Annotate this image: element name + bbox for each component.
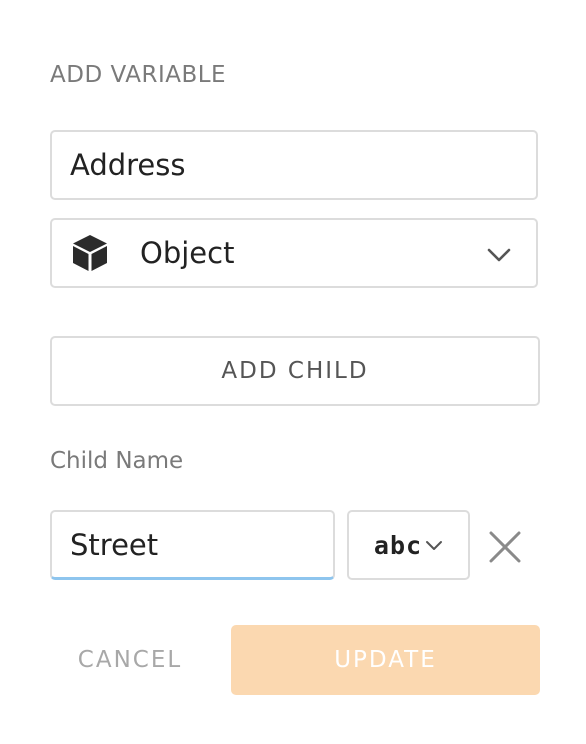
close-icon[interactable] [488,530,522,564]
child-name-input[interactable] [52,512,333,577]
child-type-select[interactable]: abc [347,510,470,580]
child-name-field[interactable] [50,510,335,580]
variable-type-select[interactable]: Object [50,218,538,288]
update-button[interactable]: UPDATE [231,625,540,695]
cancel-button[interactable]: CANCEL [50,626,210,694]
variable-name-input[interactable] [52,132,536,198]
add-child-button[interactable]: ADD CHILD [50,336,540,406]
cube-icon [70,233,110,273]
child-name-label: Child Name [50,448,184,474]
variable-type-label: Object [140,236,235,270]
chevron-down-icon [425,536,443,554]
text-type-icon: abc [373,530,423,560]
chevron-down-icon [486,242,512,268]
dialog-title: ADD VARIABLE [50,62,227,88]
variable-name-field[interactable] [50,130,538,200]
